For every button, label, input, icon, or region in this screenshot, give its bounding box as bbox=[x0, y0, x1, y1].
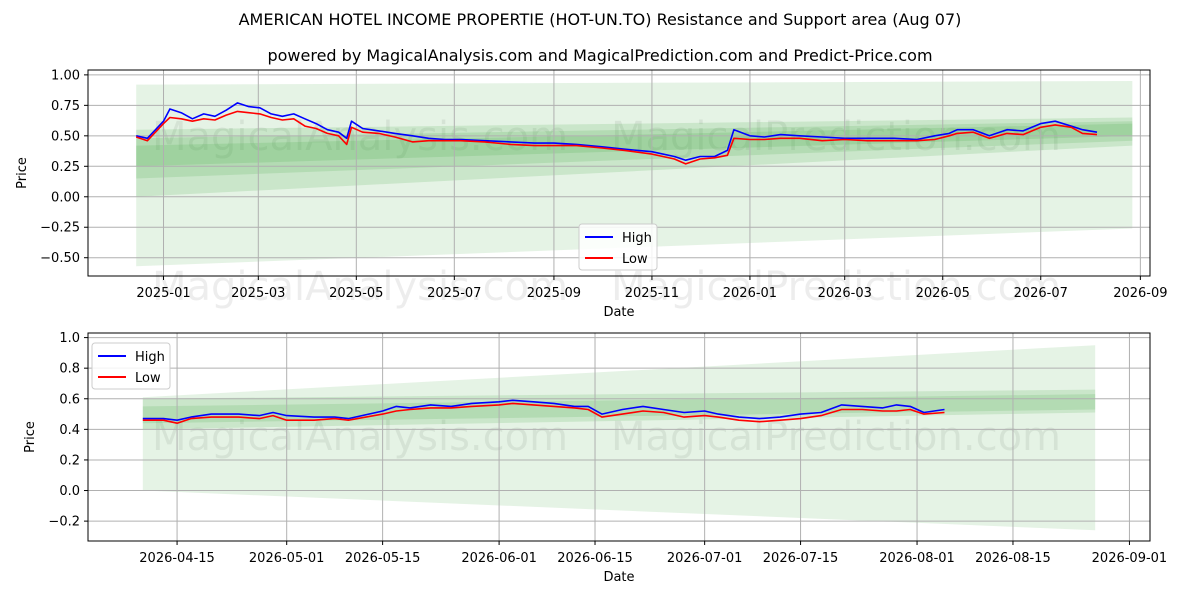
y-tick-label: 0.00 bbox=[51, 190, 80, 205]
x-tick-label: 2026-03 bbox=[818, 286, 872, 301]
x-tick-label: 2026-06-01 bbox=[461, 551, 537, 566]
x-axis-label: Date bbox=[603, 305, 634, 320]
y-tick-label: 0.2 bbox=[59, 453, 80, 468]
legend-label-low: Low bbox=[135, 371, 161, 386]
x-tick-label: 2026-06-15 bbox=[557, 551, 633, 566]
y-tick-label: −0.50 bbox=[40, 251, 80, 266]
x-tick-label: 2026-08-01 bbox=[879, 551, 955, 566]
y-tick-label: 0.25 bbox=[51, 160, 80, 175]
legend-label-high: High bbox=[622, 231, 652, 246]
legend-label-high: High bbox=[135, 350, 165, 365]
x-tick-label: 2025-05 bbox=[329, 286, 383, 301]
x-tick-label: 2026-09 bbox=[1113, 286, 1167, 301]
y-tick-label: 1.0 bbox=[59, 331, 80, 346]
y-tick-label: 0.6 bbox=[59, 392, 80, 407]
x-tick-label: 2026-01 bbox=[723, 286, 777, 301]
chart-panel-2: MagicalAnalysis.com MagicalPrediction.com… bbox=[23, 331, 1167, 585]
x-tick-label: 2025-09 bbox=[527, 286, 581, 301]
support-resistance-band bbox=[142, 345, 1096, 531]
x-tick-label: 2026-07-01 bbox=[667, 551, 743, 566]
x-tick-label: 2026-09-01 bbox=[1092, 551, 1168, 566]
chart-canvas: MagicalAnalysis.com MagicalPrediction.com… bbox=[15, 68, 1168, 585]
x-tick-label: 2026-05-15 bbox=[345, 551, 421, 566]
y-axis-label: Price bbox=[15, 157, 30, 189]
y-tick-label: −0.25 bbox=[40, 221, 80, 236]
x-tick-label: 2026-04-15 bbox=[139, 551, 215, 566]
legend-label-low: Low bbox=[622, 252, 648, 267]
x-tick-label: 2025-11 bbox=[625, 286, 679, 301]
x-tick-label: 2026-08-15 bbox=[975, 551, 1051, 566]
x-tick-label: 2025-01 bbox=[136, 286, 190, 301]
chart-panel-1: MagicalAnalysis.com MagicalPrediction.com… bbox=[15, 68, 1168, 320]
x-tick-label: 2026-05 bbox=[916, 286, 970, 301]
y-tick-label: 0.0 bbox=[59, 484, 80, 499]
x-tick-label: 2025-07 bbox=[427, 286, 481, 301]
y-axis-label: Price bbox=[23, 421, 38, 453]
x-tick-label: 2025-03 bbox=[231, 286, 285, 301]
x-tick-label: 2026-07 bbox=[1014, 286, 1068, 301]
x-tick-label: 2026-07-15 bbox=[763, 551, 839, 566]
y-tick-label: 1.00 bbox=[51, 68, 80, 83]
y-tick-label: 0.4 bbox=[59, 423, 80, 438]
y-tick-label: 0.50 bbox=[51, 129, 80, 144]
y-tick-label: 0.8 bbox=[59, 362, 80, 377]
y-tick-label: 0.75 bbox=[51, 99, 80, 114]
x-axis-label: Date bbox=[603, 570, 634, 585]
y-tick-label: −0.2 bbox=[48, 515, 80, 530]
x-tick-label: 2026-05-01 bbox=[249, 551, 325, 566]
